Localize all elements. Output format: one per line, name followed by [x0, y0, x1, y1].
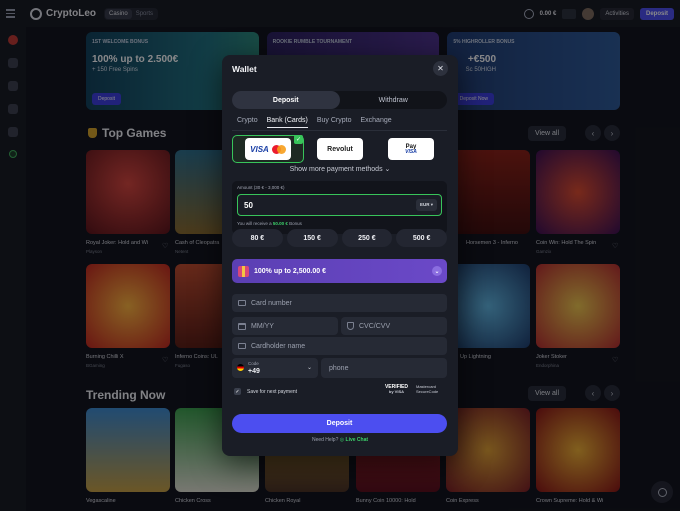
- bonus-hint-amount: 50.00 €: [272, 221, 288, 226]
- help-label: Need Help?: [311, 437, 339, 443]
- tab-withdraw[interactable]: Withdraw: [340, 91, 448, 109]
- method-tabs: Crypto Bank (Cards) Buy Crypto Exchange: [237, 117, 392, 128]
- wallet-modal: Wallet ✕ Deposit Withdraw Crypto Bank (C…: [222, 55, 458, 456]
- modal-title: Wallet: [232, 64, 257, 74]
- tab-deposit[interactable]: Deposit: [232, 91, 340, 109]
- quick-amount-500[interactable]: 500 €: [396, 229, 447, 247]
- amount-section: Amount (30 € - 3,000 €) 50 EUR ▾ You wil…: [232, 181, 447, 234]
- live-chat-link[interactable]: ◎ Live Chat: [340, 437, 368, 443]
- tab-crypto[interactable]: Crypto: [237, 117, 258, 128]
- tab-exchange[interactable]: Exchange: [360, 117, 391, 128]
- visa-logo: VISA: [250, 144, 269, 154]
- applepay-visa-label: VISA: [405, 148, 417, 155]
- card-number-placeholder: Card number: [251, 299, 292, 307]
- close-icon[interactable]: ✕: [433, 61, 448, 76]
- security-badges: VERIFIED by VISA Mastercard SecureCode: [385, 384, 444, 394]
- amount-value: 50: [244, 200, 253, 210]
- currency-select[interactable]: EUR ▾: [415, 199, 437, 211]
- payment-option-revolut[interactable]: Revolut: [317, 138, 363, 160]
- help-row: Need Help? ◎ Live Chat: [222, 437, 458, 443]
- chevron-down-icon: ⌄: [432, 266, 442, 276]
- calendar-icon: [238, 322, 246, 330]
- bonus-selector[interactable]: 100% up to 2,500.00 € ⌄: [232, 259, 447, 283]
- bonus-hint-prefix: You will receive a: [237, 221, 273, 226]
- revolut-logo: Revolut: [327, 145, 353, 153]
- gift-icon: [238, 265, 249, 277]
- expiry-field[interactable]: MM/YY: [232, 317, 338, 335]
- mastercard-securecode-logo: Mastercard SecureCode: [416, 384, 439, 394]
- person-card-icon: [238, 343, 246, 349]
- bonus-label: 100% up to 2,500.00 €: [254, 267, 326, 275]
- quick-amount-150[interactable]: 150 €: [286, 229, 338, 247]
- amount-input[interactable]: 50 EUR ▾: [237, 194, 442, 216]
- shield-icon: [347, 322, 354, 330]
- deposit-button[interactable]: Deposit: [232, 414, 447, 433]
- live-chat-label: Live Chat: [345, 437, 369, 443]
- tab-bank-cards[interactable]: Bank (Cards): [266, 117, 308, 128]
- payment-option-applepay[interactable]: Pay VISA: [388, 138, 434, 160]
- cvc-placeholder: CVC/CVV: [359, 322, 391, 330]
- quick-amount-250[interactable]: 250 €: [341, 229, 393, 247]
- deposit-withdraw-toggle: Deposit Withdraw: [232, 91, 447, 109]
- save-payment-row[interactable]: ✓ Save for next payment: [234, 388, 297, 395]
- code-label: Code: [248, 361, 259, 366]
- tab-buy-crypto[interactable]: Buy Crypto: [317, 117, 352, 128]
- card-icon: [238, 300, 246, 306]
- quick-amounts: 80 € 150 € 250 € 500 €: [232, 229, 447, 247]
- visa-mastercard-logo[interactable]: VISA: [245, 138, 291, 160]
- mastercard-icon: [271, 144, 286, 154]
- quick-amount-80[interactable]: 80 €: [232, 229, 283, 247]
- verified-by-visa-logo: VERIFIED by VISA: [385, 385, 408, 394]
- phone-input[interactable]: phone: [321, 358, 447, 378]
- bonus-hint-suffix: Bonus: [287, 221, 302, 226]
- currency-label: EUR: [419, 202, 430, 207]
- show-more-methods[interactable]: Show more payment methods ⌄: [222, 165, 458, 173]
- germany-flag-icon: [237, 364, 244, 371]
- phone-row: Code +49 ⌄ phone: [232, 358, 447, 378]
- country-code-select[interactable]: Code +49 ⌄: [232, 358, 318, 378]
- amount-label: Amount (30 € - 3,000 €): [237, 185, 285, 190]
- expiry-placeholder: MM/YY: [251, 322, 274, 330]
- cvc-field[interactable]: CVC/CVV: [341, 317, 447, 335]
- chevron-down-icon: ⌄: [306, 365, 312, 371]
- show-more-label: Show more payment methods: [289, 166, 383, 173]
- save-checkbox[interactable]: ✓: [234, 388, 241, 395]
- selected-check-icon: ✓: [294, 135, 303, 144]
- code-value: +49: [248, 368, 260, 375]
- verified-by-label: by VISA: [388, 389, 405, 394]
- applepay-logo: Pay VISA: [405, 144, 417, 155]
- card-number-field[interactable]: Card number: [232, 294, 447, 312]
- chevron-down-icon: ⌄: [384, 166, 391, 173]
- cardholder-placeholder: Cardholder name: [251, 342, 306, 350]
- bonus-hint: You will receive a 50.00 € Bonus: [237, 221, 302, 226]
- save-label: Save for next payment: [247, 388, 298, 395]
- cardholder-field[interactable]: Cardholder name: [232, 337, 447, 355]
- tabs-divider: [232, 130, 447, 131]
